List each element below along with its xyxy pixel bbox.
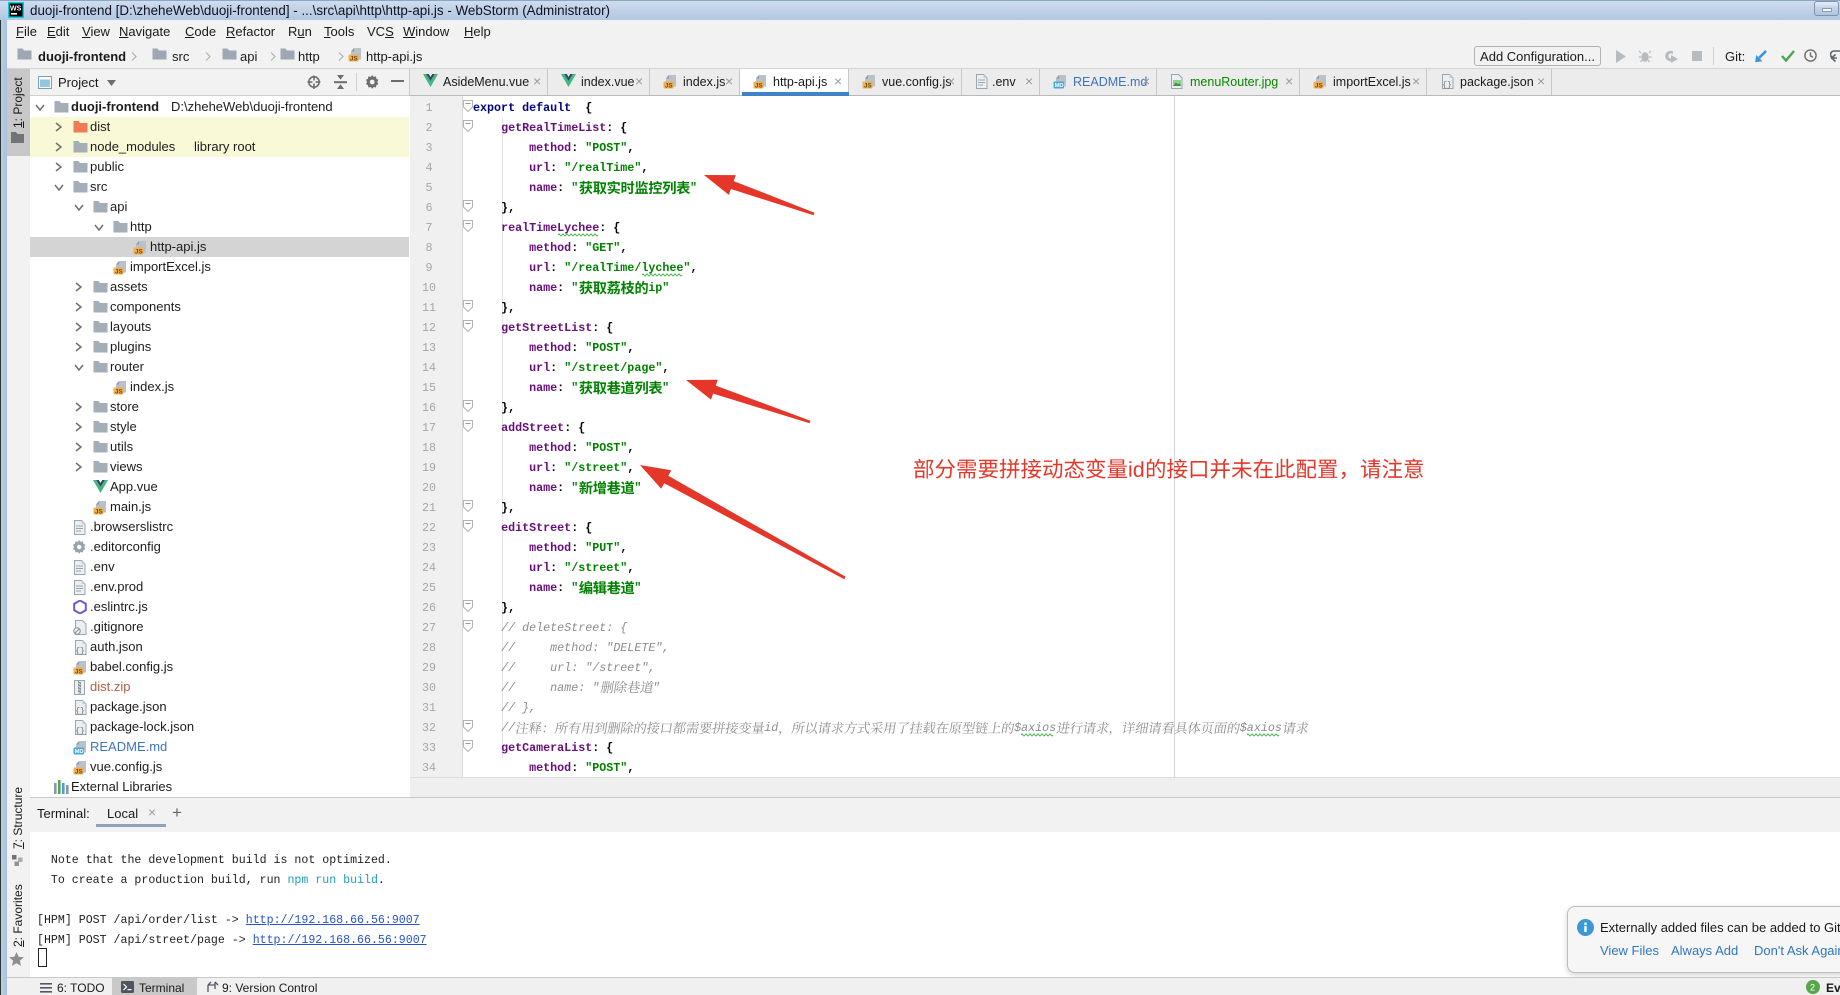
svg-text:JS: JS xyxy=(1315,82,1323,89)
svg-text:JS: JS xyxy=(864,82,872,89)
svg-text:WS: WS xyxy=(10,6,22,13)
svg-text:JS: JS xyxy=(350,55,358,62)
svg-text:{}: {} xyxy=(75,727,85,735)
svg-text:JS: JS xyxy=(135,248,143,255)
svg-text:JS: JS xyxy=(665,82,673,89)
svg-text:JS: JS xyxy=(115,268,123,275)
svg-text:{}: {} xyxy=(1442,81,1452,89)
svg-text:{}: {} xyxy=(75,707,85,715)
svg-text:MD: MD xyxy=(1055,83,1064,89)
svg-text:{}: {} xyxy=(75,647,85,655)
svg-text:JS: JS xyxy=(95,508,103,515)
svg-text:JS: JS xyxy=(75,668,83,675)
svg-text:2: 2 xyxy=(1810,983,1815,993)
svg-text:JS: JS xyxy=(755,82,763,89)
svg-text:MD: MD xyxy=(75,749,84,755)
svg-text:JS: JS xyxy=(75,768,83,775)
svg-text:JS: JS xyxy=(115,388,123,395)
